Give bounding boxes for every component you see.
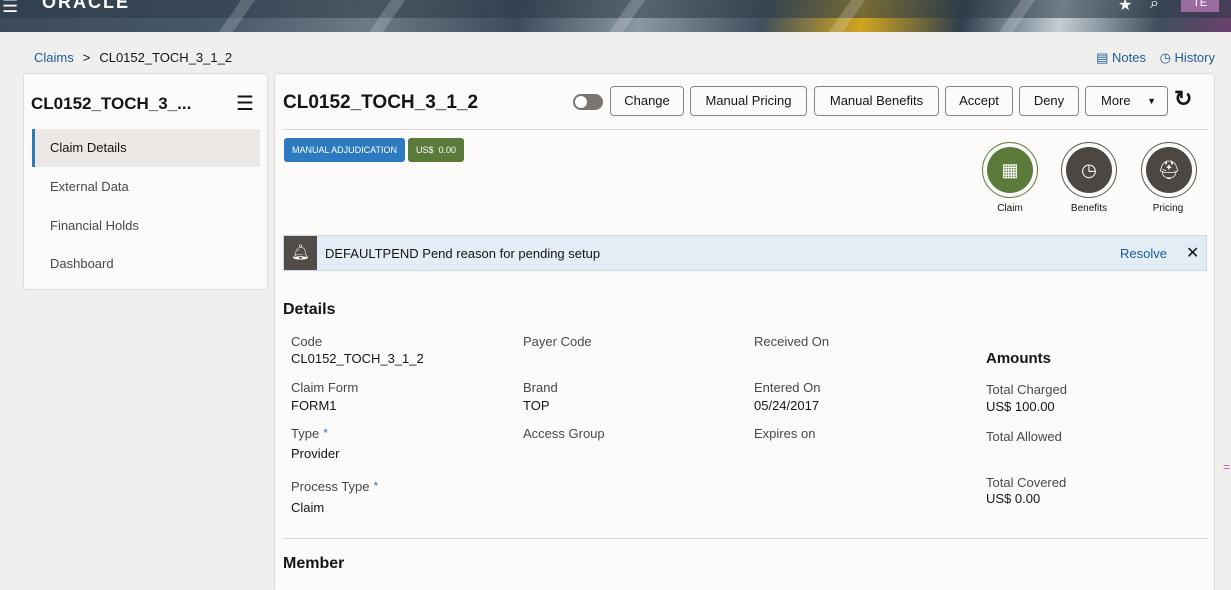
resize-handle-icon[interactable]: =	[1223, 460, 1230, 474]
manual-pricing-button[interactable]: Manual Pricing	[690, 86, 807, 116]
top-links: ▤ Notes ◷ History	[1086, 50, 1215, 66]
access-group-label: Access Group	[523, 426, 605, 441]
alert-message: DEFAULTPEND Pend reason for pending setu…	[325, 246, 601, 261]
user-avatar[interactable]: TE	[1181, 0, 1219, 12]
clock-icon: ◷	[1066, 147, 1112, 193]
required-indicator: *	[323, 426, 328, 440]
pricing-shortcut-button[interactable]: ⛑	[1141, 142, 1197, 198]
required-indicator: *	[373, 479, 379, 493]
claim-shortcut-label: Claim	[997, 203, 1023, 214]
sidebar-item-financial-holds[interactable]: Financial Holds	[32, 207, 260, 245]
star-icon[interactable]: ★	[1118, 0, 1132, 15]
expires-on-label: Expires on	[754, 426, 816, 441]
toggle-switch[interactable]	[573, 94, 603, 110]
menu-icon[interactable]: ☰	[2, 0, 18, 17]
deny-button[interactable]: Deny	[1019, 86, 1079, 116]
process-type-label: Process Type *	[291, 479, 379, 494]
more-button[interactable]: More ▼	[1085, 86, 1168, 116]
type-label: Type *	[291, 426, 328, 441]
page-title: CL0152_TOCH_3_1_2	[283, 92, 479, 113]
sidebar-item-external-data[interactable]: External Data	[32, 168, 260, 206]
breadcrumb-current: CL0152_TOCH_3_1_2	[99, 50, 233, 65]
breadcrumb: Claims > CL0152_TOCH_3_1_2	[34, 50, 232, 65]
claim-shortcut-button[interactable]: ▦	[982, 142, 1038, 198]
header-divider	[283, 129, 1208, 130]
code-label: Code	[291, 334, 323, 349]
resolve-link[interactable]: Resolve	[1120, 246, 1167, 261]
code-value: CL0152_TOCH_3_1_2	[291, 351, 424, 366]
amounts-section-title: Amounts	[986, 350, 1051, 367]
section-divider	[283, 538, 1208, 539]
amount-badge: US$ 0.00	[408, 138, 465, 162]
more-button-label: More	[1101, 93, 1131, 108]
sidebar-item-claim-details[interactable]: Claim Details	[32, 129, 260, 167]
sidebar-item-dashboard[interactable]: Dashboard	[32, 245, 260, 283]
notes-icon: ▤	[1096, 50, 1109, 65]
chevron-down-icon: ▼	[1147, 96, 1156, 106]
breadcrumb-claims-link[interactable]: Claims	[34, 50, 74, 65]
received-on-label: Received On	[754, 334, 830, 349]
claim-main-panel: CL0152_TOCH_3_1_2 Change Manual Pricing …	[274, 73, 1215, 590]
total-covered-label: Total Covered	[986, 475, 1067, 490]
history-icon: ◷	[1159, 50, 1171, 65]
change-button[interactable]: Change	[610, 86, 684, 116]
details-section-title: Details	[283, 301, 336, 318]
hamburger-menu-icon[interactable]: ☰	[236, 91, 254, 116]
oracle-logo: ORACLE	[42, 0, 130, 12]
type-value: Provider	[291, 446, 340, 461]
notes-link[interactable]: ▤ Notes	[1096, 50, 1146, 65]
entered-on-label: Entered On	[754, 380, 821, 395]
total-charged-value: US$ 100.00	[986, 399, 1055, 414]
process-type-value: Claim	[291, 500, 325, 515]
claim-navigation-panel: CL0152_TOCH_3_... ☰ Claim Details Extern…	[23, 73, 268, 290]
user-badge-icon: ⛑	[1146, 147, 1192, 193]
refresh-icon[interactable]: ↻	[1174, 86, 1192, 112]
breadcrumb-separator: >	[82, 50, 91, 65]
status-badge: MANUAL ADJUDICATION	[284, 138, 406, 162]
total-allowed-label: Total Allowed	[986, 429, 1062, 444]
brand-value: TOP	[523, 398, 550, 413]
member-section-title: Member	[283, 555, 345, 572]
pend-alert-banner: 🔔︎ DEFAULTPEND Pend reason for pending s…	[283, 235, 1207, 271]
payer-code-label: Payer Code	[523, 334, 592, 349]
history-link[interactable]: ◷ History	[1160, 50, 1215, 65]
search-icon[interactable]: ⌕	[1150, 0, 1159, 13]
table-icon: ▦	[987, 147, 1033, 193]
claim-form-value: FORM1	[291, 398, 337, 413]
total-covered-value: US$ 0.00	[986, 491, 1041, 506]
manual-benefits-button[interactable]: Manual Benefits	[814, 86, 939, 116]
brand-label: Brand	[523, 380, 558, 395]
brand-header: ☰ ORACLE ★ ⌕ TE	[0, 0, 1231, 32]
pricing-shortcut-label: Pricing	[1152, 203, 1184, 214]
amount-badge-currency: US$	[416, 145, 434, 155]
claim-form-label: Claim Form	[291, 380, 359, 395]
benefits-shortcut-button[interactable]: ◷	[1061, 142, 1117, 198]
bell-icon: 🔔︎	[284, 236, 317, 270]
benefits-shortcut-label: Benefits	[1070, 203, 1108, 214]
sidebar-title: CL0152_TOCH_3_...	[31, 94, 192, 113]
close-icon[interactable]: ✕	[1186, 243, 1199, 263]
entered-on-value: 05/24/2017	[754, 398, 820, 413]
total-charged-label: Total Charged	[986, 382, 1067, 397]
accept-button[interactable]: Accept	[945, 86, 1013, 116]
amount-badge-value: 0.00	[438, 145, 457, 155]
